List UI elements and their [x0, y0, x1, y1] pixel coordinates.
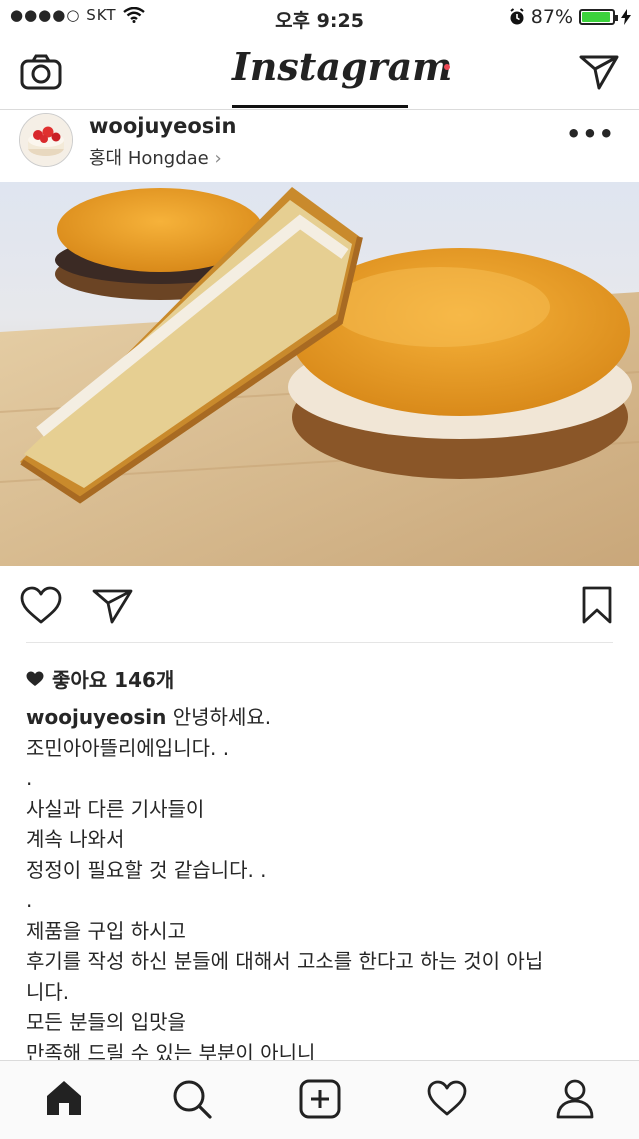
- small-heart-icon: [26, 671, 44, 686]
- caption-line: 사실과 다른 기사들이: [26, 796, 205, 821]
- post-actions: [0, 566, 639, 644]
- profile-icon[interactable]: [555, 1079, 595, 1119]
- location-label[interactable]: 홍대 Hongdae: [89, 148, 209, 169]
- status-bar: ●●●●○ SKT 오후 9:25 87%: [0, 0, 639, 36]
- actions-divider: [26, 642, 613, 643]
- avatar-cake-image: [20, 114, 72, 166]
- activity-heart-icon[interactable]: [426, 1079, 468, 1117]
- bookmark-icon[interactable]: [582, 586, 612, 624]
- caption-line: 니다.: [26, 979, 70, 1004]
- bottom-tab-bar: [0, 1060, 639, 1139]
- share-icon[interactable]: [92, 588, 134, 624]
- avatar[interactable]: [19, 113, 73, 167]
- alarm-icon: [510, 8, 524, 25]
- battery-percent: 87%: [530, 6, 573, 28]
- likes-count[interactable]: 좋아요 146개: [26, 664, 174, 693]
- add-post-icon[interactable]: [299, 1079, 341, 1119]
- caption-line: 후기를 작성 하신 분들에 대해서 고소를 한다고 하는 것이 아닙: [26, 949, 544, 973]
- cookie-sandwich-image: [0, 182, 639, 566]
- notification-dot: [444, 64, 450, 70]
- caption-line: .: [26, 766, 33, 790]
- caption-line: 조민아아뜰리에입니다. .: [26, 735, 230, 760]
- instagram-logo: Instagram: [232, 44, 453, 89]
- caption-line: .: [26, 888, 33, 912]
- caption-line: 계속 나와서: [26, 827, 125, 851]
- caption-first-line: woojuyeosin 안녕하세요.: [26, 702, 616, 733]
- likes-label: 좋아요 146개: [52, 668, 175, 692]
- caption-text: 안녕하세요.: [172, 705, 272, 729]
- post-caption: woojuyeosin 안녕하세요. 조민아아뜰리에입니다. . . 사실과 다…: [26, 702, 616, 1068]
- top-nav: Instagram: [0, 36, 639, 110]
- caption-username[interactable]: woojuyeosin: [26, 705, 166, 729]
- battery-icon: [579, 9, 618, 25]
- caption-line: 정정이 필요할 것 같습니다. .: [26, 857, 267, 882]
- heart-icon[interactable]: [20, 586, 62, 624]
- search-icon[interactable]: [172, 1079, 212, 1119]
- post-photo[interactable]: [0, 182, 639, 566]
- logo-underline: [232, 105, 408, 108]
- post-location[interactable]: 홍대 Hongdae ›: [89, 144, 222, 170]
- more-options-icon[interactable]: •••: [566, 120, 615, 148]
- caption-line: 제품을 구입 하시고: [26, 918, 186, 943]
- direct-send-icon[interactable]: [579, 54, 619, 90]
- camera-icon[interactable]: [20, 54, 62, 90]
- post-username[interactable]: woojuyeosin: [89, 114, 236, 138]
- charging-icon: [621, 9, 631, 25]
- home-icon[interactable]: [44, 1079, 84, 1117]
- post-header: woojuyeosin 홍대 Hongdae › •••: [0, 110, 639, 182]
- caption-line: 모든 분들의 입맛을: [26, 1010, 186, 1034]
- chevron-right-icon: ›: [214, 148, 222, 169]
